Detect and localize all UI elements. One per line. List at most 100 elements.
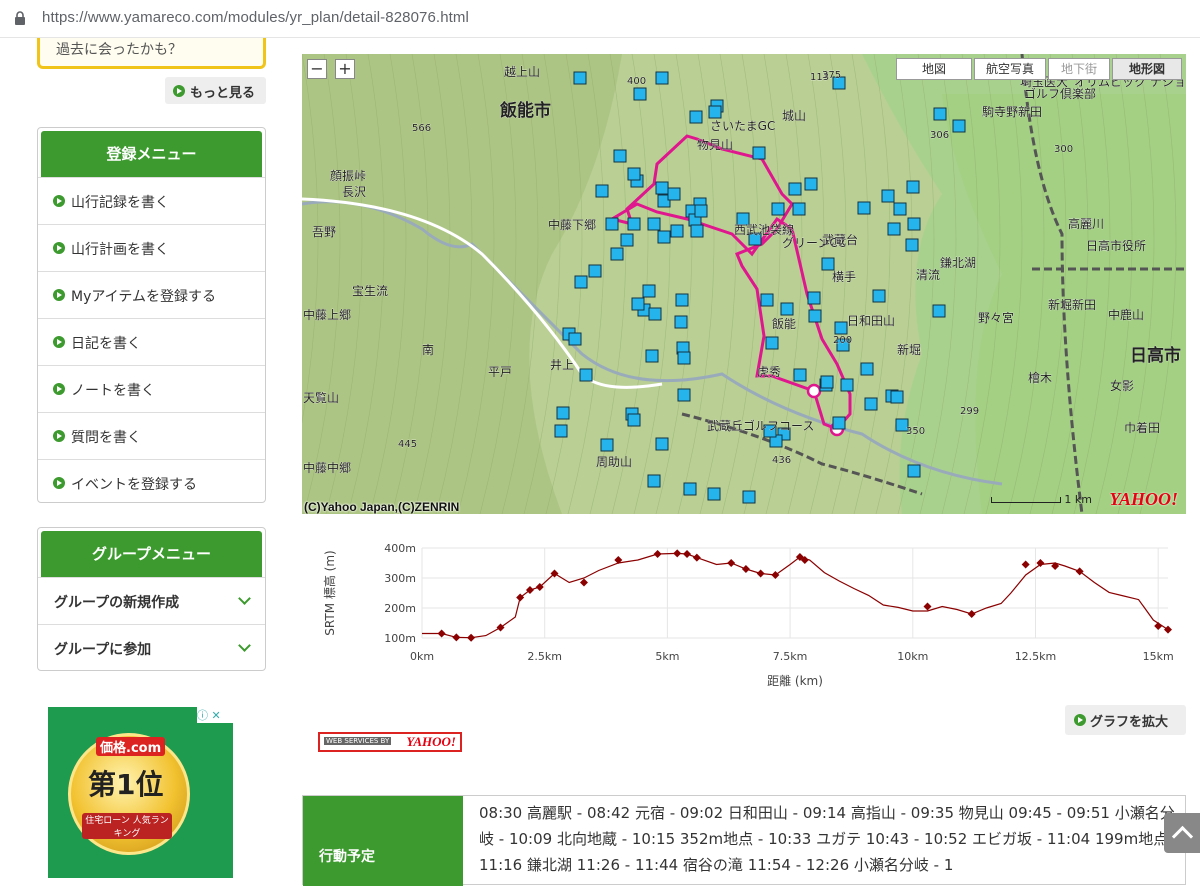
waypoint-marker bbox=[820, 375, 834, 389]
map-place-label: 鎌北湖 bbox=[940, 255, 976, 270]
map-place-label: 巾着田 bbox=[1124, 420, 1160, 435]
yahoo-web-services-logo[interactable]: WEB SERVICES BY YAHOO! bbox=[318, 732, 462, 752]
waypoint-marker bbox=[655, 71, 669, 85]
map-tab[interactable]: 地図 bbox=[896, 58, 972, 80]
arrow-circle-icon bbox=[173, 85, 185, 97]
x-tick-label: 5km bbox=[655, 650, 679, 663]
map-place-label: 300 bbox=[1054, 144, 1073, 155]
x-tick-label: 12.5km bbox=[1015, 650, 1057, 663]
y-axis-label: SRTM 標高 (m) bbox=[322, 550, 337, 635]
map-place-label: 200 bbox=[833, 335, 852, 346]
scroll-to-top-button[interactable] bbox=[1164, 813, 1200, 853]
group-menu-item[interactable]: グループの新規作成 bbox=[38, 577, 265, 624]
zoom-in-button[interactable]: + bbox=[335, 59, 355, 79]
x-tick-label: 10km bbox=[897, 650, 928, 663]
group-menu-item[interactable]: グループに参加 bbox=[38, 624, 265, 670]
group-menu-title: グループメニュー bbox=[41, 531, 262, 577]
advertisement-banner[interactable]: ⓘ ✕ 価格.com 第1位 住宅ローン 人気ランキング bbox=[48, 707, 233, 878]
waypoint-marker bbox=[647, 217, 661, 231]
y-tick-label: 200m bbox=[384, 602, 416, 615]
waypoint-marker bbox=[605, 217, 619, 231]
waypoint-marker bbox=[872, 289, 886, 303]
register-menu-item[interactable]: 質問を書く bbox=[38, 412, 265, 459]
y-tick-label: 300m bbox=[384, 572, 416, 585]
waypoint-marker bbox=[907, 464, 921, 478]
chevron-down-icon bbox=[238, 639, 251, 652]
map-type-tabs: 地図 航空写真 地下街 地形図 bbox=[896, 58, 1182, 80]
map-place-label: さいたまGC bbox=[710, 119, 775, 133]
waypoint-point bbox=[579, 578, 588, 587]
register-menu-item[interactable]: ノートを書く bbox=[38, 365, 265, 412]
waypoint-marker bbox=[771, 202, 785, 216]
waypoint-marker bbox=[627, 217, 641, 231]
waypoint-marker bbox=[788, 182, 802, 196]
waypoint-marker bbox=[620, 233, 634, 247]
register-menu-item[interactable]: 山行記録を書く bbox=[38, 177, 265, 224]
register-menu-item[interactable]: Myアイテムを登録する bbox=[38, 271, 265, 318]
waypoint-point bbox=[967, 610, 976, 618]
schedule-table: 行動予定 08:30 高麗駅 - 08:42 元宿 - 09:02 日和田山 -… bbox=[302, 795, 1186, 886]
waypoint-marker bbox=[556, 406, 570, 420]
map-tab[interactable]: 地形図 bbox=[1112, 58, 1182, 80]
waypoint-marker bbox=[568, 332, 582, 346]
map-place-label: 新堀新田 bbox=[1048, 297, 1096, 312]
zoom-out-button[interactable]: − bbox=[307, 59, 327, 79]
waypoint-marker bbox=[595, 184, 609, 198]
waypoint-marker bbox=[807, 291, 821, 305]
ad-rank: 第1位 bbox=[88, 768, 164, 801]
lock-icon bbox=[15, 11, 25, 25]
address-bar[interactable]: https://www.yamareco.com/modules/yr_plan… bbox=[0, 0, 1200, 38]
arrow-circle-icon bbox=[53, 477, 65, 489]
waypoint-marker bbox=[642, 284, 656, 298]
met-before-label: 過去に会ったかも？ bbox=[56, 42, 182, 58]
map-canvas[interactable]: 飯能市 越上山 566 顔振峠長沢吾野宝生流中藤上郷南井上平戸天覧山 445 中藤中郷 中藤… bbox=[302, 54, 1186, 514]
waypoint-point bbox=[467, 633, 476, 642]
waypoint-marker bbox=[906, 180, 920, 194]
map-place-label: 天覧山 bbox=[303, 391, 339, 405]
register-menu-item[interactable]: イベントを登録する bbox=[38, 459, 265, 502]
ad-subtitle: 住宅ローン 人気ランキング bbox=[82, 813, 172, 839]
waypoint-marker bbox=[655, 181, 669, 195]
map-place-label: 中藤上郷 bbox=[303, 307, 351, 322]
waypoint-marker bbox=[677, 388, 691, 402]
map-place-label: 駒寺野新田 bbox=[982, 104, 1042, 119]
register-menu-item[interactable]: 山行計画を書く bbox=[38, 224, 265, 271]
register-menu-item-label: 山行計画を書く bbox=[71, 242, 169, 258]
waypoint-marker bbox=[648, 307, 662, 321]
waypoint-marker bbox=[667, 187, 681, 201]
met-before-box[interactable]: 過去に会ったかも？ bbox=[37, 38, 266, 69]
y-tick-label: 400m bbox=[384, 542, 416, 555]
ad-info-close-icon[interactable]: ⓘ ✕ bbox=[197, 707, 233, 723]
waypoint-marker bbox=[890, 390, 904, 404]
map-tab[interactable]: 航空写真 bbox=[974, 58, 1046, 80]
register-menu: 登録メニュー 山行記録を書く 山行計画を書く Myアイテムを登録する 日記を書く ノート… bbox=[37, 127, 266, 503]
waypoint-marker bbox=[690, 224, 704, 238]
waypoint-marker bbox=[610, 247, 624, 261]
waypoint-marker bbox=[708, 105, 722, 119]
waypoint-marker bbox=[677, 351, 691, 365]
waypoint-point bbox=[683, 550, 692, 558]
waypoint-point bbox=[692, 553, 701, 562]
group-menu-item-label: グループの新規作成 bbox=[54, 595, 180, 611]
map-place-label: 武蔵丘ゴルフコース bbox=[707, 418, 814, 433]
url-text[interactable]: https://www.yamareco.com/modules/yr_plan… bbox=[42, 9, 469, 26]
y-tick-label: 100m bbox=[384, 632, 416, 645]
waypoint-marker bbox=[752, 146, 766, 160]
route-map[interactable]: 飯能市 越上山 566 顔振峠 長沢 吾野 宝生流 中藤上郷南井上 平戸 天覧山 445 中藤中郷 中藤… bbox=[302, 54, 1186, 514]
register-menu-item[interactable]: 日記を書く bbox=[38, 318, 265, 365]
schedule-label-cell: 行動予定 bbox=[303, 796, 463, 886]
map-place-label: 中藤下郷 bbox=[548, 217, 596, 232]
x-axis-label: 距離 (km) bbox=[767, 674, 823, 688]
map-place-label: 横手 bbox=[832, 270, 856, 284]
waypoint-point bbox=[1164, 625, 1172, 634]
map-tab[interactable]: 地下街 bbox=[1048, 58, 1110, 80]
map-place-label: 宝生流 bbox=[352, 284, 388, 298]
waypoint-point bbox=[741, 565, 750, 573]
x-tick-label: 0km bbox=[410, 650, 434, 663]
scale-bar: 1 km bbox=[990, 493, 1092, 506]
more-button[interactable]: もっと見る bbox=[165, 77, 266, 104]
expand-graph-button[interactable]: グラフを拡大 bbox=[1065, 705, 1186, 735]
arrow-circle-icon bbox=[53, 336, 65, 348]
waypoint-marker bbox=[821, 257, 835, 271]
map-place-label: 飯能 bbox=[772, 316, 796, 331]
